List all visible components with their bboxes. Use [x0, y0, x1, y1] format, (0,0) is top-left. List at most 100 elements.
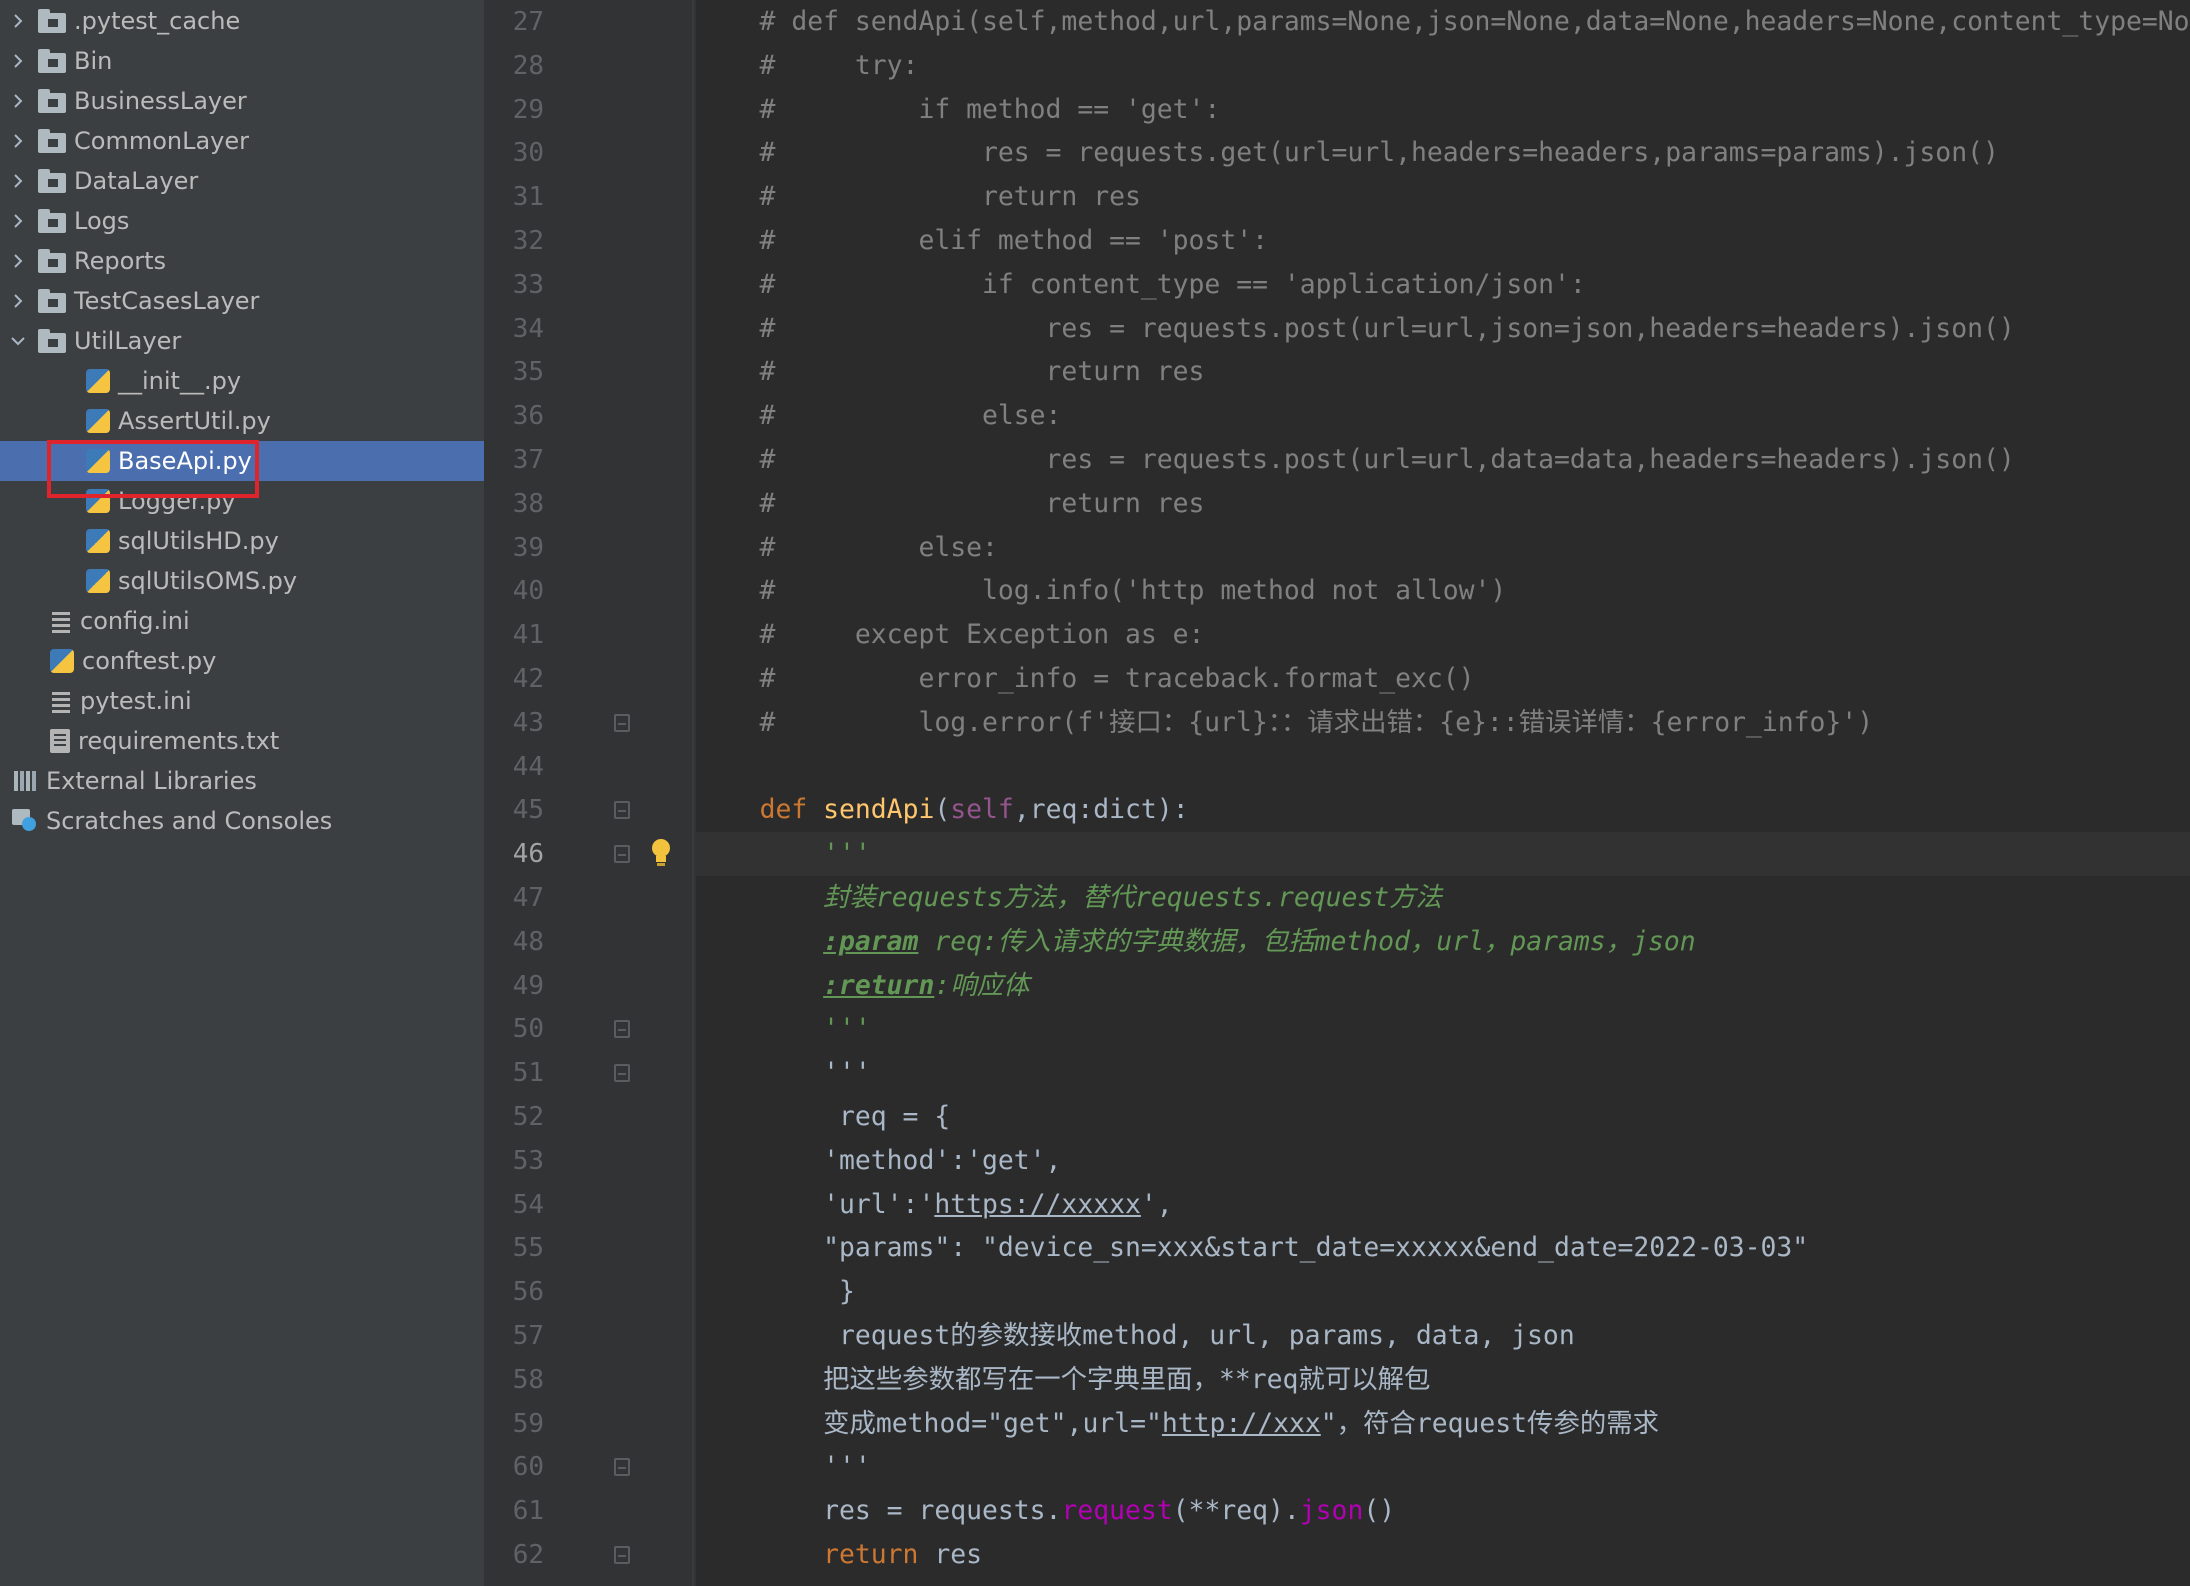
line-number: 56	[512, 1277, 544, 1308]
tree-item[interactable]: conftest.py	[0, 641, 484, 681]
code-line[interactable]: # else:	[696, 394, 2190, 438]
code-line[interactable]: # res = requests.post(url=url,json=json,…	[696, 307, 2190, 351]
line-number: 57	[512, 1321, 544, 1351]
code-line[interactable]: '''	[696, 1007, 2190, 1051]
tree-item[interactable]: sqlUtilsOMS.py	[0, 561, 484, 601]
code-line[interactable]: res = requests.request(**req).json()	[696, 1489, 2190, 1533]
fold-marker-icon[interactable]	[614, 1458, 630, 1477]
tree-item[interactable]: TestCasesLayer	[0, 281, 484, 321]
tree-item-label: config.ini	[80, 607, 190, 635]
code-line[interactable]: # log.info('http method not allow')	[696, 569, 2190, 613]
chevron-down-icon[interactable]	[8, 331, 28, 351]
project-tree-panel: .pytest_cache Bin BusinessLayer CommonLayer…	[0, 0, 484, 1586]
chevron-right-icon[interactable]	[8, 91, 28, 111]
code-line[interactable]: # error_info = traceback.format_exc()	[696, 657, 2190, 701]
code-line[interactable]: 变成method="get",url="http://xxx"，符合reques…	[696, 1402, 2190, 1446]
code-line[interactable]: '''	[696, 1445, 2190, 1489]
tree-item-label: Logs	[74, 207, 130, 235]
code-line[interactable]: :param req:传入请求的字典数据，包括method，url，params…	[696, 920, 2190, 964]
fold-marker-icon[interactable]	[614, 1020, 630, 1039]
fold-marker-icon[interactable]	[614, 845, 630, 864]
code-line[interactable]: # def sendApi(self,method,url,params=Non…	[696, 0, 2190, 44]
tree-item[interactable]: Scratches and Consoles	[0, 801, 484, 841]
tree-item[interactable]: External Libraries	[0, 761, 484, 801]
code-line[interactable]: # else:	[696, 526, 2190, 570]
intention-bulb-icon[interactable]	[650, 838, 672, 868]
tree-item[interactable]: requirements.txt	[0, 721, 484, 761]
tree-item-label: .pytest_cache	[74, 7, 241, 35]
code-line[interactable]	[696, 745, 2190, 789]
fold-marker-icon[interactable]	[614, 1064, 630, 1083]
tree-item[interactable]: __init__.py	[0, 361, 484, 401]
chevron-right-icon[interactable]	[8, 211, 28, 231]
chevron-right-icon[interactable]	[8, 291, 28, 311]
code-line[interactable]: 把这些参数都写在一个字典里面，**req就可以解包	[696, 1358, 2190, 1402]
tree-item[interactable]: CommonLayer	[0, 121, 484, 161]
tree-item[interactable]: pytest.ini	[0, 681, 484, 721]
code-line[interactable]: :return:响应体	[696, 964, 2190, 1008]
tree-item-label: BusinessLayer	[74, 87, 247, 115]
python-file-icon	[86, 409, 110, 433]
code-line[interactable]: def sendApi(self,req:dict):	[696, 788, 2190, 832]
code-line[interactable]: 'method':'get',	[696, 1139, 2190, 1183]
chevron-right-icon[interactable]	[8, 51, 28, 71]
line-number: 53	[512, 1145, 544, 1176]
gutter-divider	[692, 0, 694, 1586]
code-line[interactable]: # if method == 'get':	[696, 88, 2190, 132]
tree-item[interactable]: sqlUtilsHD.py	[0, 521, 484, 561]
tree-item[interactable]: AssertUtil.py	[0, 401, 484, 441]
code-line[interactable]: # res = requests.post(url=url,data=data,…	[696, 438, 2190, 482]
tree-item[interactable]: UtilLayer	[0, 321, 484, 361]
code-line[interactable]: # return res	[696, 350, 2190, 394]
line-number: 37	[512, 445, 544, 475]
tree-item-label: requirements.txt	[78, 727, 280, 755]
chevron-right-icon[interactable]	[8, 251, 28, 271]
code-line[interactable]: '''	[696, 832, 2190, 877]
library-icon	[12, 769, 38, 793]
line-number: 49	[512, 970, 544, 1001]
tree-item-label: Reports	[74, 247, 167, 275]
chevron-right-icon[interactable]	[8, 11, 28, 31]
code-line[interactable]: }	[696, 1270, 2190, 1314]
code-line[interactable]: '''	[696, 1051, 2190, 1095]
python-file-icon	[86, 569, 110, 593]
tree-item[interactable]: .pytest_cache	[0, 1, 484, 41]
chevron-right-icon[interactable]	[8, 171, 28, 191]
line-number: 31	[512, 182, 544, 213]
ini-file-icon	[50, 689, 72, 713]
folder-icon	[38, 9, 66, 33]
line-number: 30	[512, 138, 544, 169]
fold-marker-icon[interactable]	[614, 1546, 630, 1564]
code-line[interactable]: # except Exception as e:	[696, 613, 2190, 657]
folder-icon	[38, 249, 66, 273]
line-number: 62	[512, 1540, 544, 1570]
chevron-right-icon[interactable]	[8, 131, 28, 151]
code-line[interactable]: req = {	[696, 1095, 2190, 1139]
code-line[interactable]: # return res	[696, 482, 2190, 526]
tree-item[interactable]: Reports	[0, 241, 484, 281]
tree-item[interactable]: config.ini	[0, 601, 484, 641]
fold-marker-icon[interactable]	[614, 713, 630, 732]
tree-item[interactable]: Bin	[0, 41, 484, 81]
fold-marker-icon[interactable]	[614, 801, 630, 820]
code-line[interactable]: return res	[696, 1533, 2190, 1577]
line-number: 36	[512, 401, 544, 432]
code-line[interactable]: "params": "device_sn=xxx&start_date=xxxx…	[696, 1226, 2190, 1270]
code-line[interactable]: # res = requests.get(url=url,headers=hea…	[696, 131, 2190, 175]
tree-item[interactable]: BusinessLayer	[0, 81, 484, 121]
code-line[interactable]: # return res	[696, 175, 2190, 219]
line-number: 41	[512, 620, 544, 651]
code-line[interactable]: 封装requests方法，替代requests.request方法	[696, 876, 2190, 920]
code-line[interactable]: # try:	[696, 44, 2190, 88]
tree-item[interactable]: Logs	[0, 201, 484, 241]
tree-item[interactable]: DataLayer	[0, 161, 484, 201]
folder-icon	[38, 329, 66, 353]
line-number: 59	[512, 1408, 544, 1439]
code-line[interactable]: # elif method == 'post':	[696, 219, 2190, 263]
code-line[interactable]: # log.error(f'接口：{url}：：请求出错：{e}::错误详情：{…	[696, 701, 2190, 745]
code-line[interactable]: request的参数接收method, url, params, data, j…	[696, 1314, 2190, 1358]
code-line[interactable]: 'url':'https://xxxxx',	[696, 1183, 2190, 1227]
line-number: 35	[512, 357, 544, 388]
code-line[interactable]: # if content_type == 'application/json':	[696, 263, 2190, 307]
tree-item-label: Bin	[74, 47, 113, 75]
